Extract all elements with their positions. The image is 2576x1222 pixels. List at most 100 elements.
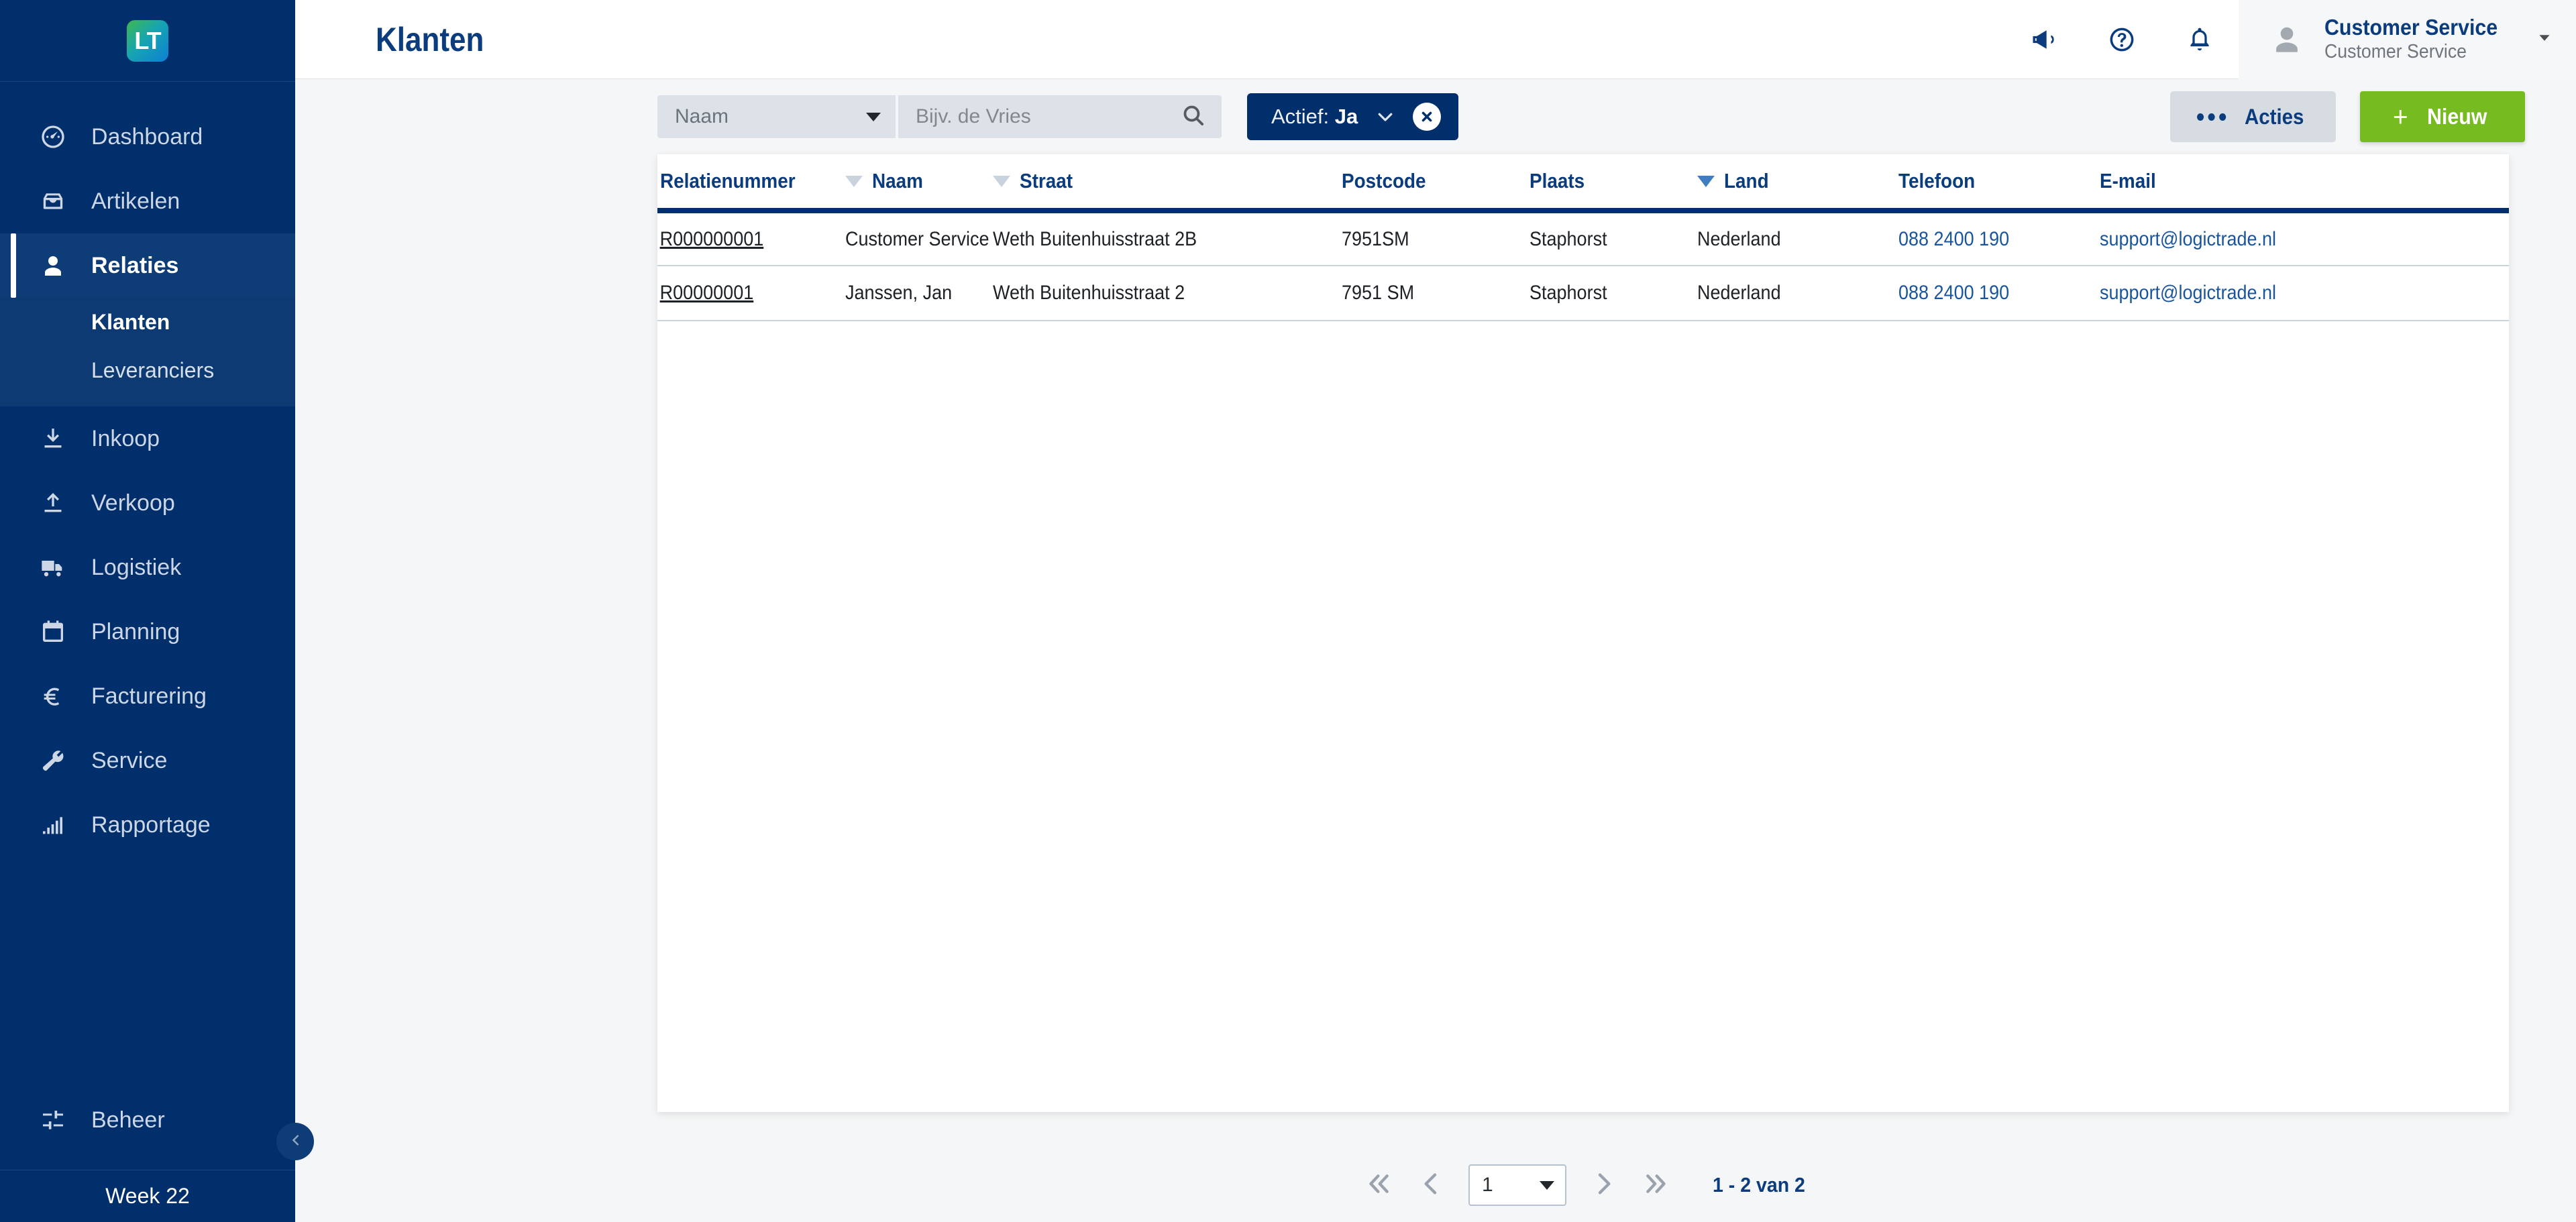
caret-down-icon[interactable] — [2536, 29, 2553, 50]
close-circle-icon[interactable] — [1413, 103, 1442, 131]
column-header-postcode[interactable]: Postcode — [1342, 154, 1529, 213]
search-input[interactable]: Bijv. de Vries — [898, 95, 1165, 138]
next-page-button[interactable] — [1577, 1162, 1629, 1209]
sidebar-item-label: Relaties — [91, 252, 179, 278]
sidebar-collapse-button[interactable] — [276, 1123, 314, 1160]
cell-land: Nederland — [1697, 211, 1898, 266]
relatienummer-link[interactable]: R000000001 — [660, 228, 764, 250]
megaphone-icon[interactable] — [2005, 0, 2083, 79]
cell-relatienummer: R00000001 — [657, 266, 845, 321]
week-indicator: Week 22 — [0, 1170, 295, 1222]
sidebar-item-beheer[interactable]: Beheer — [0, 1088, 295, 1152]
sidebar-item-inkoop[interactable]: Inkoop — [0, 406, 295, 471]
help-circle-icon[interactable] — [2083, 0, 2161, 79]
sidebar-item-planning[interactable]: Planning — [0, 600, 295, 664]
filter-field-value: Naam — [675, 105, 729, 127]
bell-icon[interactable] — [2161, 0, 2239, 79]
first-page-button[interactable] — [1353, 1162, 1405, 1209]
land-value: Nederland — [1697, 227, 1781, 250]
new-button-label: Nieuw — [2426, 104, 2487, 129]
actions-button[interactable]: Acties — [2169, 91, 2336, 142]
column-label: Plaats — [1529, 169, 1585, 192]
search-filter-group: Naam Bijv. de Vries — [657, 95, 1222, 138]
sidebar-item-logistiek[interactable]: Logistiek — [0, 535, 295, 600]
sidebar-item-service[interactable]: Service — [0, 728, 295, 793]
pagination-bar: 1 1 - 2 van 2 — [295, 1148, 2576, 1222]
filter-triangle-icon[interactable] — [845, 175, 863, 187]
sidebar-item-label: Rapportage — [91, 812, 211, 838]
table-row[interactable]: R000000001 Customer Service Weth Buitenh… — [657, 211, 2509, 266]
user-text: Customer Service Customer Service — [2324, 15, 2513, 64]
sidebar-item-facturering[interactable]: Facturering — [0, 664, 295, 728]
sidebar-item-label: Facturering — [91, 683, 207, 709]
plaats-value: Staphorst — [1529, 227, 1607, 250]
column-header-plaats[interactable]: Plaats — [1529, 154, 1697, 213]
page-select[interactable]: 1 — [1468, 1164, 1567, 1206]
chevron-right-icon — [1590, 1170, 1617, 1201]
column-header-land[interactable]: Land — [1697, 154, 1898, 213]
search-button[interactable] — [1165, 95, 1222, 138]
chip-prefix: Actief: — [1271, 105, 1330, 128]
relatienummer-link[interactable]: R00000001 — [660, 282, 754, 304]
top-bar: Klanten Customer Service Customer Servic… — [295, 0, 2576, 79]
sidebar-item-label: Verkoop — [91, 490, 175, 516]
table-card-wrap: Relatienummer Naam Straat Postcode Plaat… — [295, 154, 2576, 1148]
cell-email: support@logictrade.nl — [2100, 211, 2509, 266]
naam-value: Customer Service — [845, 227, 989, 250]
cell-postcode: 7951 SM — [1342, 266, 1529, 321]
sidebar-subitem-label: Leveranciers — [91, 357, 215, 382]
prev-page-button[interactable] — [1405, 1162, 1458, 1209]
sidebar-item-klanten[interactable]: Klanten — [0, 298, 295, 346]
telefoon-link[interactable]: 088 2400 190 — [1898, 282, 2009, 304]
sidebar-item-label: Inkoop — [91, 425, 160, 451]
email-link[interactable]: support@logictrade.nl — [2100, 282, 2276, 304]
column-header-email[interactable]: E-mail — [2100, 154, 2509, 213]
filter-triangle-icon[interactable] — [993, 175, 1010, 187]
telefoon-link[interactable]: 088 2400 190 — [1898, 228, 2009, 250]
sidebar-admin-section: Beheer — [0, 1088, 295, 1170]
sidebar-item-label: Planning — [91, 618, 180, 645]
new-button[interactable]: + Nieuw — [2360, 91, 2525, 142]
filter-field-select[interactable]: Naam — [657, 95, 896, 138]
table-body: R000000001 Customer Service Weth Buitenh… — [657, 211, 2509, 321]
calendar-icon — [38, 616, 68, 647]
column-header-straat[interactable]: Straat — [993, 154, 1342, 213]
column-label: Straat — [1020, 169, 1073, 192]
filter-triangle-icon[interactable] — [1697, 175, 1715, 187]
column-header-relatienummer[interactable]: Relatienummer — [657, 154, 845, 213]
column-header-naam[interactable]: Naam — [845, 154, 993, 213]
user-menu[interactable]: Customer Service Customer Service — [2239, 0, 2576, 79]
sidebar-item-verkoop[interactable]: Verkoop — [0, 471, 295, 535]
bar-chart-icon — [38, 810, 68, 840]
sidebar-item-label: Service — [91, 747, 168, 773]
cell-telefoon: 088 2400 190 — [1898, 211, 2100, 266]
pagination-controls: 1 1 - 2 van 2 — [1353, 1162, 1813, 1209]
column-label: Postcode — [1342, 169, 1426, 192]
sidebar-item-rapportage[interactable]: Rapportage — [0, 793, 295, 857]
chevron-left-icon — [286, 1131, 304, 1152]
sidebar-item-dashboard[interactable]: Dashboard — [0, 105, 295, 169]
last-page-button[interactable] — [1629, 1162, 1682, 1209]
user-role: Customer Service — [2324, 41, 2467, 63]
app-logo[interactable]: LT — [127, 19, 168, 62]
cell-land: Nederland — [1697, 266, 1898, 321]
column-header-telefoon[interactable]: Telefoon — [1898, 154, 2100, 213]
main-area: Klanten Customer Service Customer Servic… — [295, 0, 2576, 1222]
pagination-summary: 1 - 2 van 2 — [1713, 1173, 1805, 1197]
cell-plaats: Staphorst — [1529, 266, 1697, 321]
email-link[interactable]: support@logictrade.nl — [2100, 228, 2276, 250]
postcode-value: 7951SM — [1342, 227, 1409, 250]
sidebar-item-leveranciers[interactable]: Leveranciers — [0, 346, 295, 394]
cell-plaats: Staphorst — [1529, 211, 1697, 266]
column-label: E-mail — [2100, 169, 2156, 192]
sidebar-item-relaties[interactable]: Relaties — [0, 233, 295, 298]
plus-icon: + — [2393, 101, 2408, 132]
sidebar-item-artikelen[interactable]: Artikelen — [0, 169, 295, 233]
sidebar-item-label: Beheer — [91, 1107, 165, 1133]
chevrons-left-icon — [1366, 1170, 1393, 1201]
caret-down-icon — [866, 112, 881, 121]
active-filter-chip[interactable]: Actief: Ja — [1247, 93, 1459, 140]
table-row[interactable]: R00000001 Janssen, Jan Weth Buitenhuisst… — [657, 266, 2509, 321]
cell-email: support@logictrade.nl — [2100, 266, 2509, 321]
chevron-down-icon[interactable] — [1375, 107, 1395, 127]
